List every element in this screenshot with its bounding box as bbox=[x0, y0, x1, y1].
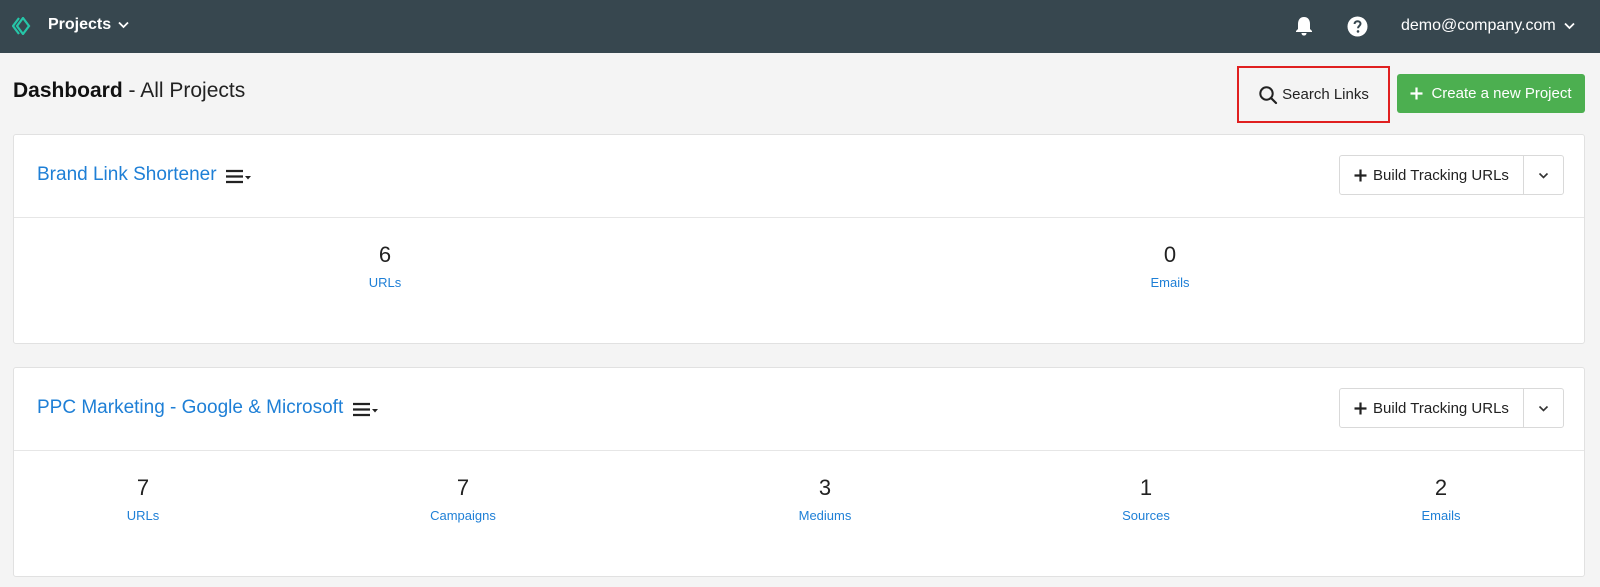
stat-sources: 1 Sources bbox=[1046, 474, 1246, 523]
user-menu[interactable]: demo@company.com bbox=[1401, 17, 1575, 35]
stat-urls: 7 URLs bbox=[43, 474, 243, 523]
stat-link[interactable]: URLs bbox=[285, 275, 485, 290]
build-tracking-urls-button[interactable]: Build Tracking URLs bbox=[1340, 156, 1524, 194]
project-card: Brand Link Shortener Build Tracking URLs… bbox=[13, 134, 1585, 344]
chevron-down-icon bbox=[1538, 172, 1549, 179]
stat-value: 7 bbox=[136, 475, 150, 500]
plus-icon bbox=[1354, 402, 1367, 414]
stat-link[interactable]: Emails bbox=[1070, 275, 1270, 290]
chevron-down-icon bbox=[118, 21, 129, 29]
build-tracking-urls-group: Build Tracking URLs bbox=[1339, 155, 1564, 195]
stat-emails: 2 Emails bbox=[1341, 474, 1541, 523]
stat-link[interactable]: Campaigns bbox=[363, 508, 563, 523]
stat-value: 2 bbox=[1434, 475, 1448, 500]
projects-menu-label: Projects bbox=[48, 16, 112, 33]
stat-value: 1 bbox=[1139, 475, 1153, 500]
page-title-main: Dashboard bbox=[13, 79, 123, 102]
chevron-down-icon bbox=[1538, 405, 1549, 412]
create-project-label: Create a new Project bbox=[1431, 85, 1572, 102]
stat-mediums: 3 Mediums bbox=[725, 474, 925, 523]
plus-icon bbox=[1410, 87, 1423, 100]
stat-emails: 0 Emails bbox=[1070, 241, 1270, 290]
search-links-label: Search Links bbox=[1282, 86, 1369, 103]
project-card: PPC Marketing - Google & Microsoft Build… bbox=[13, 367, 1585, 577]
page-title-separator: - bbox=[122, 79, 141, 102]
stat-link[interactable]: Sources bbox=[1046, 508, 1246, 523]
stat-value: 0 bbox=[1163, 242, 1177, 267]
page-title: Dashboard - All Projects bbox=[13, 79, 245, 103]
stat-link[interactable]: Emails bbox=[1341, 508, 1541, 523]
stat-link[interactable]: URLs bbox=[43, 508, 243, 523]
top-navbar: Projects demo@company.com bbox=[0, 0, 1600, 53]
chevron-down-icon bbox=[1564, 22, 1575, 30]
logo-icon[interactable] bbox=[12, 17, 34, 35]
build-options-dropdown[interactable] bbox=[1524, 156, 1563, 194]
project-menu-icon[interactable] bbox=[352, 401, 380, 419]
search-links-button[interactable]: Search Links bbox=[1237, 66, 1390, 123]
build-options-dropdown[interactable] bbox=[1524, 389, 1563, 427]
project-menu-icon[interactable] bbox=[225, 168, 253, 186]
create-project-button[interactable]: Create a new Project bbox=[1397, 74, 1585, 113]
build-tracking-urls-group: Build Tracking URLs bbox=[1339, 388, 1564, 428]
help-icon[interactable] bbox=[1347, 16, 1368, 37]
search-icon bbox=[1259, 85, 1278, 104]
project-card-header: Brand Link Shortener Build Tracking URLs bbox=[14, 135, 1584, 218]
stat-value: 3 bbox=[818, 475, 832, 500]
build-tracking-urls-label: Build Tracking URLs bbox=[1373, 166, 1509, 184]
stat-value: 7 bbox=[456, 475, 470, 500]
user-email: demo@company.com bbox=[1401, 17, 1556, 34]
build-tracking-urls-button[interactable]: Build Tracking URLs bbox=[1340, 389, 1524, 427]
stat-value: 6 bbox=[378, 242, 392, 267]
project-card-header: PPC Marketing - Google & Microsoft Build… bbox=[14, 368, 1584, 451]
stat-urls: 6 URLs bbox=[285, 241, 485, 290]
project-title-link[interactable]: Brand Link Shortener bbox=[37, 164, 217, 186]
page-title-sub: All Projects bbox=[140, 79, 246, 102]
stat-link[interactable]: Mediums bbox=[725, 508, 925, 523]
bell-icon[interactable] bbox=[1293, 15, 1315, 37]
stat-campaigns: 7 Campaigns bbox=[363, 474, 563, 523]
build-tracking-urls-label: Build Tracking URLs bbox=[1373, 399, 1509, 417]
project-title-link[interactable]: PPC Marketing - Google & Microsoft bbox=[37, 397, 343, 419]
plus-icon bbox=[1354, 169, 1367, 181]
projects-menu[interactable]: Projects bbox=[48, 16, 129, 34]
